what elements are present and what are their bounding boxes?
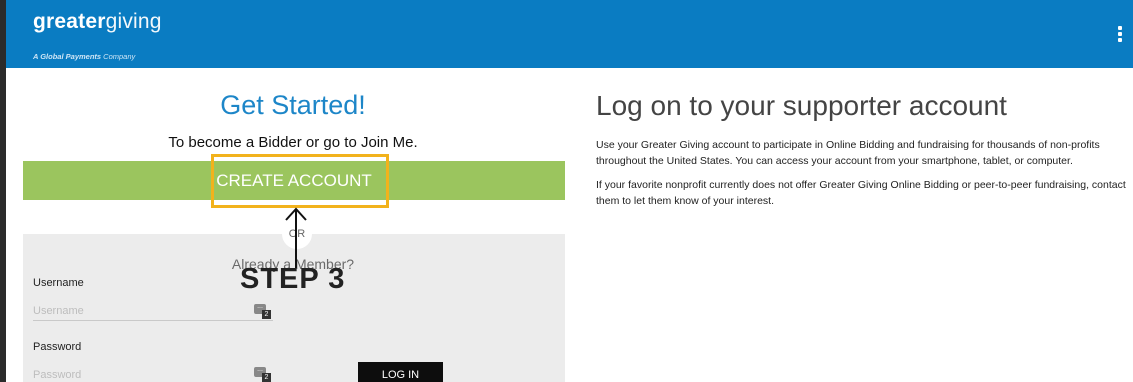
step-annotation: STEP 3 (240, 263, 346, 295)
supporter-heading: Log on to your supporter account (596, 90, 1007, 121)
password-input[interactable] (33, 365, 273, 382)
get-started-subtitle: To become a Bidder or go to Join Me. (168, 134, 418, 151)
supporter-info: Log on to your supporter account Use you… (596, 90, 1131, 217)
top-header: greatergiving A Global Payments Company (6, 0, 1133, 68)
page-frame: greatergiving A Global Payments Company … (0, 0, 1133, 382)
supporter-paragraph-1: Use your Greater Giving account to parti… (596, 139, 1100, 167)
password-manager-badge: 2 (262, 310, 271, 319)
log-in-button[interactable]: LOG IN (358, 362, 443, 382)
keyboard-password-manager-icon[interactable]: ... 2 (254, 303, 272, 320)
tagline-bold: A Global Payments (33, 52, 102, 61)
get-started-title: Get Started! (220, 90, 366, 120)
password-label: Password (33, 341, 82, 353)
get-started-panel: Get Started! To become a Bidder or go to… (18, 68, 568, 382)
username-input[interactable] (33, 301, 273, 321)
logo-light-text: giving (105, 10, 162, 33)
brand-tagline: A Global Payments Company (33, 52, 135, 61)
username-label: Username (33, 277, 84, 289)
supporter-paragraph-2: If your favorite nonprofit currently doe… (596, 179, 1126, 207)
password-manager-badge: 2 (262, 373, 271, 382)
up-arrow-icon (285, 207, 307, 268)
logo-bold-text: greater (33, 10, 106, 33)
brand-logo[interactable]: greatergiving (33, 10, 162, 34)
step-highlight-box (211, 154, 389, 208)
keyboard-password-manager-icon[interactable]: ... 2 (254, 366, 272, 382)
tagline-rest: Company (103, 52, 136, 61)
kebab-menu-icon[interactable] (1117, 26, 1123, 44)
